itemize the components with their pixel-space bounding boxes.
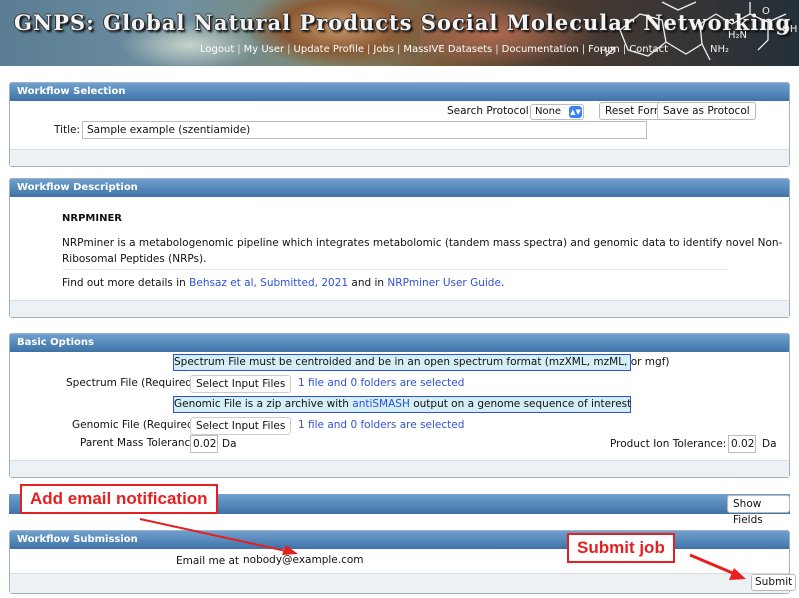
workflow-name: NRPMINER (62, 213, 122, 224)
show-fields-button[interactable]: Show Fields (727, 495, 790, 526)
search-protocol-select[interactable]: None ▲▼ (530, 104, 584, 120)
genomic-notice-suffix: output on a genome sequence of interest (413, 398, 632, 410)
genomic-file-status: 1 file and 0 folders are selected (298, 419, 465, 431)
nav-my-user[interactable]: My User (244, 44, 285, 55)
genomic-select-files-button[interactable]: Select Input Files (190, 417, 292, 435)
parent-mass-tolerance-input[interactable]: 0.02 (190, 435, 218, 453)
title-label: Title: (54, 124, 81, 136)
parent-mass-tolerance-value: 0.02 (193, 438, 217, 450)
genomic-notice-prefix: Genomic File is a zip archive with (174, 398, 349, 410)
nav-logout[interactable]: Logout (200, 44, 234, 55)
title-input[interactable]: Sample example (szentiamide) (82, 121, 647, 139)
panel-footer (10, 573, 789, 593)
spectrum-file-status: 1 file and 0 folders are selected (298, 377, 465, 389)
workflow-selection-panel: Workflow Selection Search Protocol: None… (9, 82, 790, 167)
chevron-updown-icon: ▲▼ (569, 106, 582, 118)
parent-mass-tolerance-label: Parent Mass Tolerance: (80, 437, 201, 449)
product-ion-tolerance-unit: Da (762, 438, 777, 450)
parent-mass-tolerance-unit: Da (222, 438, 237, 450)
add-email-annotation: Add email notification (20, 484, 218, 514)
behsaz-paper-link[interactable]: Behsaz et al, Submitted, 2021 (189, 277, 348, 289)
panel-footer (10, 460, 789, 477)
workflow-description-line1: NRPminer is a metabologenomic pipeline w… (62, 237, 783, 249)
genomic-file-label: Genomic File (Required): (72, 419, 202, 431)
panel-header: Workflow Description (10, 179, 789, 197)
panel-footer (10, 300, 789, 317)
panel-header: Basic Options (10, 334, 789, 352)
email-input[interactable]: nobody@example.com (239, 552, 569, 570)
product-ion-tolerance-label: Product Ion Tolerance: (610, 438, 727, 450)
molecule-label-h2n: H₂N (728, 30, 747, 41)
email-label: Email me at (176, 555, 240, 567)
spectrum-file-notice: Spectrum File must be centroided and be … (173, 354, 669, 371)
basic-options-panel: Basic Options Spectrum File must be cent… (9, 333, 790, 478)
workflow-details-text: Find out more details in Behsaz et al, S… (62, 277, 504, 289)
details-mid: and in (351, 277, 385, 289)
product-ion-tolerance-input[interactable]: 0.02 (728, 435, 756, 453)
molecule-label-oh: OH (782, 24, 797, 35)
molecule-label-ho: HO (600, 46, 616, 57)
nav-jobs[interactable]: Jobs (373, 44, 394, 55)
save-as-protocol-button[interactable]: Save as Protocol (657, 102, 756, 120)
submit-button[interactable]: Submit (751, 574, 797, 591)
spectrum-file-label: Spectrum File (Required): (66, 377, 200, 389)
spectrum-select-files-button[interactable]: Select Input Files (190, 375, 292, 393)
nrpminer-user-guide-link[interactable]: NRPminer User Guide (387, 277, 501, 289)
details-suffix: . (500, 277, 505, 289)
molecule-illustration: HO NH₂ H₂N O OH (600, 1, 797, 61)
top-navigation: Logout | My User | Update Profile | Jobs | MassI… (200, 44, 669, 55)
molecule-label-o: O (762, 6, 770, 17)
details-prefix: Find out more details in (62, 277, 186, 289)
antismash-link[interactable]: antiSMASH (352, 398, 410, 410)
panel-header: Workflow Selection (10, 83, 789, 101)
title-input-value: Sample example (szentiamide) (87, 124, 251, 136)
workflow-description-line2: Ribosomal Peptides (NRPs). (62, 253, 207, 265)
product-ion-tolerance-value: 0.02 (731, 438, 755, 450)
search-protocol-value: None (535, 106, 562, 117)
nav-update-profile[interactable]: Update Profile (294, 44, 365, 55)
workflow-description-panel: Workflow Description NRPMINER NRPminer i… (9, 178, 790, 318)
divider (62, 269, 727, 270)
genomic-file-notice: Genomic File is a zip archive with antiS… (173, 396, 631, 413)
nav-documentation[interactable]: Documentation (502, 44, 579, 55)
submit-job-annotation: Submit job (567, 533, 675, 563)
search-protocol-label: Search Protocol: (447, 105, 533, 117)
site-header: GNPS: Global Natural Products Social Mol… (0, 0, 799, 66)
panel-footer (10, 149, 789, 166)
molecule-label-nh2: NH₂ (710, 44, 729, 55)
nav-massive-datasets[interactable]: MassIVE Datasets (403, 44, 492, 55)
email-input-value: nobody@example.com (243, 554, 364, 566)
